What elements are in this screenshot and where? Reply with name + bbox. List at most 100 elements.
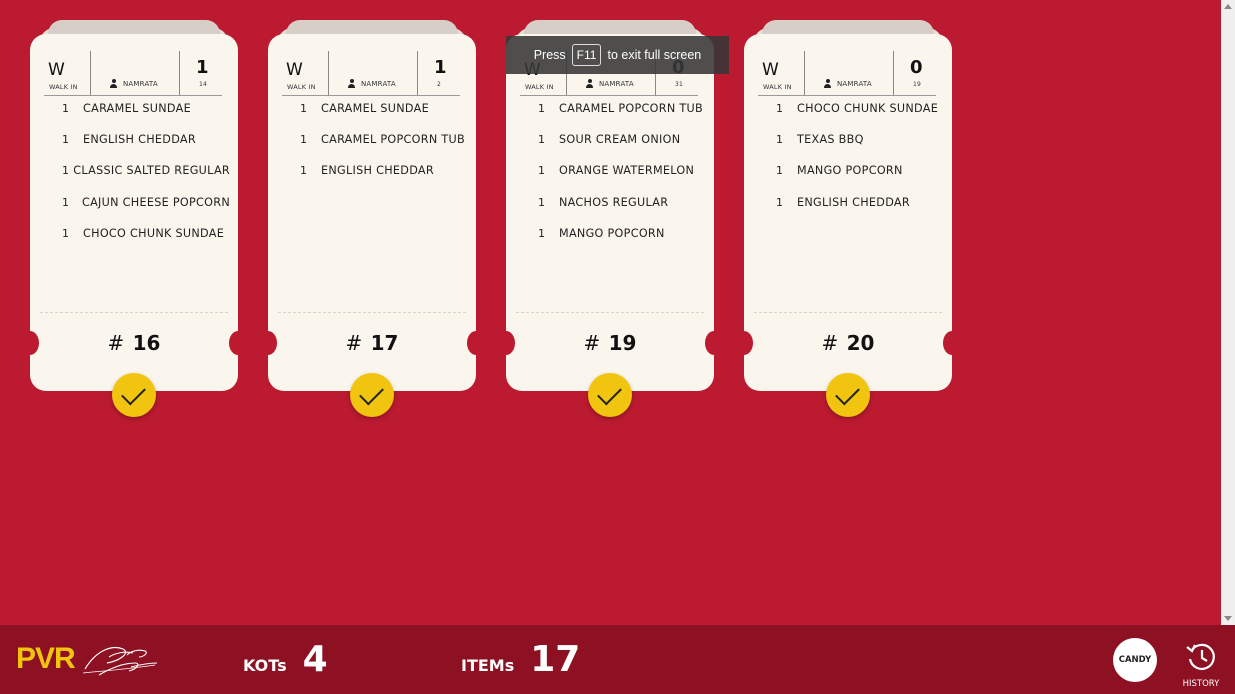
order-mode-label: WALK IN <box>49 83 78 91</box>
order-item: 1 NACHOS REGULAR <box>532 196 706 227</box>
order-mode-cell: W WALK IN <box>758 51 805 95</box>
order-item: 1 CHOCO CHUNK SUNDAE <box>770 102 944 133</box>
toast-press-text: Press <box>533 48 566 62</box>
item-name: CARAMEL SUNDAE <box>83 102 191 115</box>
item-name: TEXAS BBQ <box>797 133 864 147</box>
person-icon <box>109 79 118 88</box>
kot-number-value: 19 <box>608 331 637 355</box>
kot-ticket: W WALK IN NAMRATA 0 31 1 CARAMEL POPCORN… <box>497 20 723 430</box>
item-name: SOUR CREAM ONION <box>559 133 681 147</box>
item-name: MANGO POPCORN <box>797 164 903 178</box>
item-quantity: 1 <box>538 164 546 178</box>
ticket-card: W WALK IN NAMRATA 0 19 1 CHOCO CHUNK SUN… <box>735 34 961 391</box>
order-item: 1 CARAMEL SUNDAE <box>56 102 230 133</box>
user-name: NAMRATA <box>837 79 872 88</box>
person-icon <box>585 79 594 88</box>
complete-check-button[interactable] <box>588 373 632 417</box>
item-name: ENGLISH CHEDDAR <box>321 164 434 178</box>
count-cell: 0 19 <box>894 51 936 95</box>
order-mode-cell: W WALK IN <box>282 51 329 95</box>
kots-value: 4 <box>302 639 328 680</box>
item-name: CAJUN CHEESE POPCORN <box>81 195 230 209</box>
complete-check-button[interactable] <box>112 373 156 417</box>
perforation-divider <box>754 312 942 313</box>
history-button[interactable]: HISTORY <box>1178 641 1224 689</box>
person-icon <box>823 79 832 88</box>
order-item: 1 MANGO POPCORN <box>532 227 706 258</box>
order-item: 1 CARAMEL POPCORN TUB <box>532 102 706 133</box>
f11-key-badge: F11 <box>571 44 602 66</box>
order-mode-label: WALK IN <box>763 83 792 91</box>
ticket-count-sub: 19 <box>913 81 922 88</box>
kot-number: # 16 <box>30 331 238 355</box>
ticket-count-sub: 14 <box>199 81 208 88</box>
ticket-count: 1 <box>434 57 447 78</box>
item-list: 1 CHOCO CHUNK SUNDAE 1 TEXAS BBQ 1 MANGO… <box>770 102 944 227</box>
history-label: HISTORY <box>1182 679 1220 689</box>
order-mode-letter: W <box>48 60 65 80</box>
vertical-scrollbar[interactable] <box>1221 0 1235 625</box>
fullscreen-toast: Press F11 to exit full screen <box>506 36 729 74</box>
user-cell: NAMRATA <box>91 51 180 95</box>
order-item: 1 ENGLISH CHEDDAR <box>56 133 230 164</box>
item-quantity: 1 <box>538 226 546 240</box>
item-quantity: 1 <box>776 164 784 178</box>
perforation-divider <box>278 312 466 313</box>
history-icon <box>1186 643 1215 670</box>
order-item: 1 SOUR CREAM ONION <box>532 133 706 164</box>
kot-board: W WALK IN NAMRATA 1 14 1 CARAMEL SUNDAE … <box>21 20 1210 440</box>
kot-ticket: W WALK IN NAMRATA 1 14 1 CARAMEL SUNDAE … <box>21 20 247 430</box>
order-item: 1 ENGLISH CHEDDAR <box>294 164 468 195</box>
item-quantity: 1 <box>300 164 308 178</box>
candy-button[interactable]: CANDY <box>1113 638 1157 682</box>
order-item: 1 CARAMEL SUNDAE <box>294 102 468 133</box>
hash-symbol: # <box>107 331 125 355</box>
kots-stat: KOTs 4 <box>243 639 328 680</box>
scroll-down-arrow-icon[interactable] <box>1224 616 1232 621</box>
item-list: 1 CARAMEL POPCORN TUB 1 SOUR CREAM ONION… <box>532 102 706 258</box>
kot-number: # 17 <box>268 331 476 355</box>
count-cell: 1 2 <box>418 51 460 95</box>
person-icon <box>347 79 356 88</box>
hash-symbol: # <box>583 331 601 355</box>
footer-bar: PVR KOTs 4 ITEMs 17 CANDY HISTORY <box>0 625 1235 694</box>
ticket-header: W WALK IN NAMRATA 0 19 <box>758 51 936 96</box>
item-list: 1 CARAMEL SUNDAE 1 ENGLISH CHEDDAR 1 CLA… <box>56 102 230 258</box>
complete-check-button[interactable] <box>826 373 870 417</box>
item-quantity: 1 <box>776 195 784 209</box>
order-item: 1 ENGLISH CHEDDAR <box>770 196 944 227</box>
item-name: CLASSIC SALTED REGULAR <box>73 164 230 178</box>
item-quantity: 1 <box>538 133 546 147</box>
item-name: CHOCO CHUNK SUNDAE <box>83 226 225 240</box>
order-item: 1 CHOCO CHUNK SUNDAE <box>56 227 230 258</box>
item-name: CARAMEL POPCORN TUB <box>559 102 703 115</box>
item-name: CHOCO CHUNK SUNDAE <box>797 102 939 115</box>
item-quantity: 1 <box>776 133 784 147</box>
item-quantity: 1 <box>62 164 70 178</box>
brand-logo-text: PVR <box>16 642 76 675</box>
order-mode-label: WALK IN <box>525 83 554 91</box>
ticket-card: W WALK IN NAMRATA 1 14 1 CARAMEL SUNDAE … <box>21 34 247 391</box>
items-stat: ITEMs 17 <box>461 639 580 680</box>
ticket-count: 1 <box>196 57 209 78</box>
scroll-up-arrow-icon[interactable] <box>1224 4 1232 9</box>
ticket-header: W WALK IN NAMRATA 1 14 <box>44 51 222 96</box>
order-item: 1 TEXAS BBQ <box>770 133 944 164</box>
ticket-header: W WALK IN NAMRATA 1 2 <box>282 51 460 96</box>
item-quantity: 1 <box>300 102 308 115</box>
order-mode-cell: W WALK IN <box>44 51 91 95</box>
user-cell: NAMRATA <box>329 51 418 95</box>
item-list: 1 CARAMEL SUNDAE 1 CARAMEL POPCORN TUB 1… <box>294 102 468 196</box>
item-name: ENGLISH CHEDDAR <box>83 133 196 147</box>
item-quantity: 1 <box>62 102 70 115</box>
directors-cut-script-logo <box>82 647 157 676</box>
pvr-logo: PVR <box>16 641 159 677</box>
order-mode-label: WALK IN <box>287 83 316 91</box>
kot-ticket: W WALK IN NAMRATA 0 19 1 CHOCO CHUNK SUN… <box>735 20 961 430</box>
item-name: NACHOS REGULAR <box>559 195 669 209</box>
count-cell: 1 14 <box>180 51 222 95</box>
complete-check-button[interactable] <box>350 373 394 417</box>
ticket-count-sub: 31 <box>675 81 684 88</box>
item-quantity: 1 <box>62 226 70 240</box>
item-quantity: 1 <box>62 195 70 209</box>
